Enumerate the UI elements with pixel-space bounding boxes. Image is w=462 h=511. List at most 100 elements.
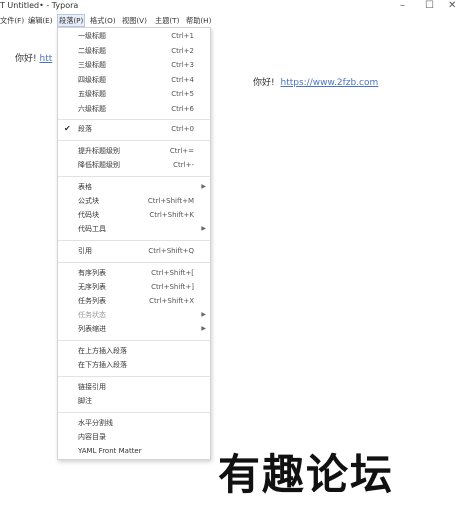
watermark-logo: 有趣论坛 xyxy=(218,450,395,499)
menu-item-table-of-contents[interactable]: 内容目录 xyxy=(58,430,210,444)
menu-item-list-indent[interactable]: 列表缩进 ▶ xyxy=(58,322,210,336)
menu-item-footnote[interactable]: 脚注 xyxy=(58,394,210,408)
submenu-arrow-icon: ▶ xyxy=(201,225,206,232)
menu-item-increase-heading-level[interactable]: 提升标题级别 Ctrl+= xyxy=(58,144,210,158)
menu-item-label: 四级标题 xyxy=(78,75,106,84)
menu-item-label: 提升标题级别 xyxy=(78,147,120,155)
menu-item-math-block[interactable]: 公式块 Ctrl+Shift+M xyxy=(58,194,210,208)
paragraph-text: 你好! xyxy=(253,78,275,88)
menu-item-label: YAML Front Matter xyxy=(78,447,142,455)
window-title: T Untitled• - Typora xyxy=(0,1,79,10)
paragraph-dropdown-menu: 一级标题 Ctrl+1 二级标题 Ctrl+2 三级标题 Ctrl+3 四级标题… xyxy=(57,27,211,460)
menu-item-label: 水平分割线 xyxy=(78,419,113,427)
menu-item-heading-1[interactable]: 一级标题 Ctrl+1 xyxy=(58,29,210,43)
menu-item-shortcut: Ctrl+Shift+[ xyxy=(151,269,194,277)
menu-separator xyxy=(58,119,210,120)
menu-item-code-block[interactable]: 代码块 Ctrl+Shift+K xyxy=(58,208,210,222)
menu-item-label: 引用 xyxy=(78,247,92,255)
menu-item-shortcut: Ctrl+Shift+M xyxy=(147,197,194,205)
menu-item-paragraph[interactable]: ✔ 段落 Ctrl+0 xyxy=(58,122,210,136)
menu-item-task-list[interactable]: 任务列表 Ctrl+Shift+X xyxy=(58,294,210,308)
menu-item-shortcut: Ctrl+1 xyxy=(171,32,194,40)
menu-item-shortcut: Ctrl+5 xyxy=(171,90,194,98)
menu-separator xyxy=(58,240,210,241)
menu-separator xyxy=(58,376,210,377)
menu-item-heading-6[interactable]: 六级标题 Ctrl+6 xyxy=(58,102,210,116)
menu-item-task-status[interactable]: 任务状态 ▶ xyxy=(58,308,210,322)
submenu-arrow-icon: ▶ xyxy=(201,183,206,190)
menu-item-shortcut: Ctrl+6 xyxy=(171,104,194,113)
menu-item-label: 在上方插入段落 xyxy=(78,347,127,355)
menu-help[interactable]: 帮助(H) xyxy=(186,14,211,27)
menu-item-code-tools[interactable]: 代码工具 ▶ xyxy=(58,222,210,236)
menu-item-shortcut: Ctrl+4 xyxy=(171,75,194,84)
menu-item-heading-4[interactable]: 四级标题 Ctrl+4 xyxy=(58,73,210,87)
menu-item-heading-2[interactable]: 二级标题 Ctrl+2 xyxy=(58,44,210,58)
menu-item-label: 一级标题 xyxy=(78,32,106,40)
menu-format[interactable]: 格式(O) xyxy=(90,14,116,27)
menu-item-heading-3[interactable]: 三级标题 Ctrl+3 xyxy=(58,58,210,72)
menu-item-insert-paragraph-above[interactable]: 在上方插入段落 xyxy=(58,344,210,358)
menu-item-label: 五级标题 xyxy=(78,90,106,98)
maximize-icon[interactable]: ☐ xyxy=(425,0,434,11)
document-paragraph-right[interactable]: 你好! https://www.2fzb.com xyxy=(253,77,378,89)
menu-separator xyxy=(58,340,210,341)
menu-item-label: 段落 xyxy=(78,125,92,133)
menu-item-label: 列表缩进 xyxy=(78,325,106,333)
menu-item-shortcut: Ctrl+0 xyxy=(171,125,194,133)
menu-theme[interactable]: 主题(T) xyxy=(155,14,179,27)
menu-item-label: 代码块 xyxy=(78,211,99,219)
menu-item-decrease-heading-level[interactable]: 降低标题级别 Ctrl+- xyxy=(58,158,210,172)
menu-item-label: 六级标题 xyxy=(78,104,106,113)
menu-item-label: 任务状态 xyxy=(78,311,106,319)
menu-edit[interactable]: 编辑(E) xyxy=(28,14,53,27)
menu-item-label: 表格 xyxy=(78,183,92,191)
paragraph-link[interactable]: https://www.2fzb.com xyxy=(280,78,378,88)
menu-item-shortcut: Ctrl+Shift+X xyxy=(149,297,194,305)
menu-separator xyxy=(58,140,210,141)
menu-item-insert-paragraph-below[interactable]: 在下方插入段落 xyxy=(58,358,210,372)
menu-item-shortcut: Ctrl+Shift+K xyxy=(149,211,194,219)
document-paragraph-left[interactable]: 你好! htt xyxy=(15,53,52,65)
menu-item-yaml-front-matter[interactable]: YAML Front Matter xyxy=(58,444,210,458)
menu-separator xyxy=(58,262,210,263)
submenu-arrow-icon: ▶ xyxy=(201,325,206,332)
menu-view[interactable]: 视图(V) xyxy=(122,14,147,27)
close-icon[interactable]: ✕ xyxy=(448,0,456,11)
menu-item-label: 内容目录 xyxy=(78,433,106,441)
menu-item-label: 代码工具 xyxy=(78,225,106,233)
menu-separator xyxy=(58,176,210,177)
menu-item-ordered-list[interactable]: 有序列表 Ctrl+Shift+[ xyxy=(58,266,210,280)
menu-item-horizontal-rule[interactable]: 水平分割线 xyxy=(58,416,210,430)
menu-item-link-reference[interactable]: 链接引用 xyxy=(58,380,210,394)
paragraph-link-partial[interactable]: htt xyxy=(39,54,52,64)
menu-item-unordered-list[interactable]: 无序列表 Ctrl+Shift+] xyxy=(58,280,210,294)
menu-item-shortcut: Ctrl+Shift+] xyxy=(151,283,194,291)
submenu-arrow-icon: ▶ xyxy=(201,311,206,318)
menu-file[interactable]: 文件(F) xyxy=(0,14,24,27)
menu-paragraph[interactable]: 段落(P) xyxy=(57,14,86,27)
menu-item-table[interactable]: 表格 ▶ xyxy=(58,180,210,194)
check-icon: ✔ xyxy=(64,124,71,133)
minimize-icon[interactable]: – xyxy=(400,0,405,11)
menu-item-label: 脚注 xyxy=(78,397,92,405)
menu-item-quote[interactable]: 引用 Ctrl+Shift+Q xyxy=(58,244,210,258)
menu-item-shortcut: Ctrl+- xyxy=(173,161,194,169)
menu-item-label: 三级标题 xyxy=(78,61,106,69)
menu-item-label: 降低标题级别 xyxy=(78,161,120,169)
menu-item-label: 公式块 xyxy=(78,197,99,205)
menu-item-label: 链接引用 xyxy=(78,383,106,391)
menu-item-shortcut: Ctrl+3 xyxy=(171,61,194,69)
menu-bar: 文件(F) 编辑(E) 段落(P) 格式(O) 视图(V) 主题(T) 帮助(H… xyxy=(0,14,462,27)
menu-separator xyxy=(58,412,210,413)
title-bar: T Untitled• - Typora – ☐ ✕ xyxy=(0,0,462,14)
paragraph-text: 你好! xyxy=(15,54,37,64)
menu-item-heading-5[interactable]: 五级标题 Ctrl+5 xyxy=(58,87,210,101)
menu-item-label: 无序列表 xyxy=(78,283,106,291)
menu-item-shortcut: Ctrl+2 xyxy=(171,46,194,55)
menu-item-label: 二级标题 xyxy=(78,46,106,55)
menu-item-shortcut: Ctrl+= xyxy=(169,147,194,155)
menu-item-label: 有序列表 xyxy=(78,269,106,277)
menu-item-label: 在下方插入段落 xyxy=(78,361,127,369)
menu-item-label: 任务列表 xyxy=(78,297,106,305)
